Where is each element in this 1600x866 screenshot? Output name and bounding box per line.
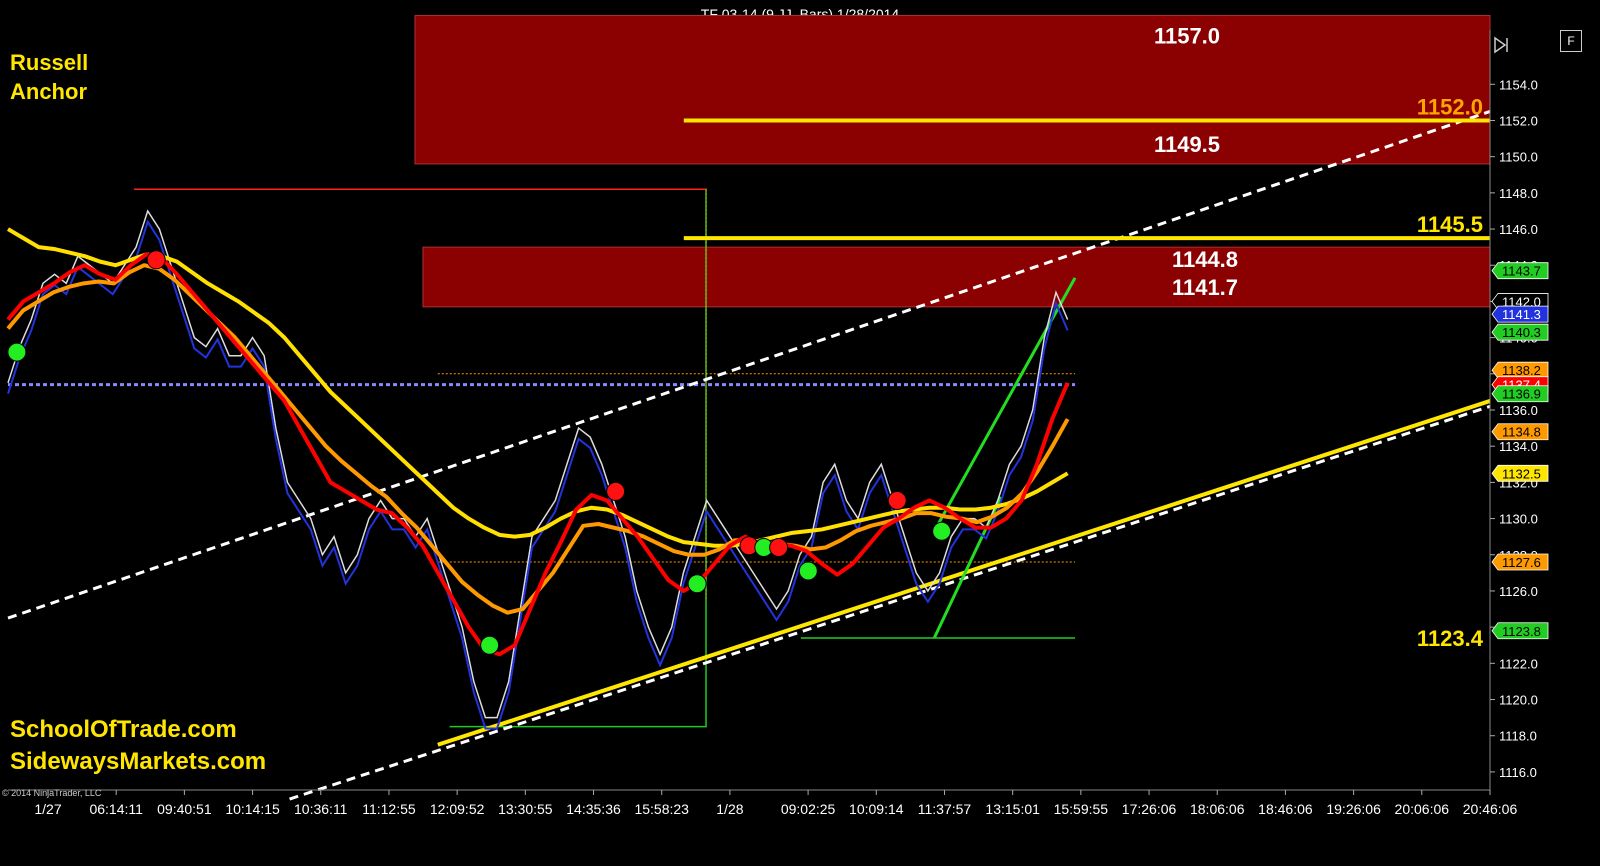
zone-label-1-2: 1149.5 — [1154, 132, 1220, 157]
time-axis: 1/27 06:14:11 09:40:51 10:14:15 10:36:11 11:1… — [8, 789, 1518, 817]
sell-signal-dot-10 — [887, 490, 907, 510]
x-tick-label: 20:06:06 — [1395, 801, 1450, 817]
ema-fast-line — [6, 252, 1070, 657]
x-tick-label: 17:26:06 — [1122, 801, 1177, 817]
price-badge-label-10: 1127.6 — [1502, 555, 1541, 570]
sell-signal-dot-4 — [606, 481, 626, 501]
resistance-zones — [414, 15, 1491, 308]
x-tick-label: 18:06:06 — [1190, 801, 1245, 817]
price-badge-label-9: 1132.5 — [1502, 466, 1541, 481]
price-badge-label-7: 1136.9 — [1502, 387, 1541, 402]
site-link-sideways[interactable]: SidewaysMarkets.com — [10, 748, 266, 776]
trendline-3 — [289, 404, 1491, 801]
sell-signal-dot-8 — [769, 538, 789, 558]
brand-title-line2: Anchor — [10, 79, 87, 104]
y-tick-label: 1152.0 — [1499, 113, 1538, 128]
price-chart[interactable]: 1154.01152.01150.01148.01146.01144.01142… — [0, 0, 1600, 866]
x-tick-label: 20:46:06 — [1463, 801, 1518, 817]
buy-signal-dot-1 — [7, 342, 27, 362]
price-badge-label-11: 1123.8 — [1502, 624, 1541, 639]
brand-title-line1: Russell — [10, 50, 89, 75]
price-badge-label-1: 1143.7 — [1502, 264, 1541, 279]
y-tick-label: 1150.0 — [1499, 150, 1538, 165]
x-tick-label: 13:30:55 — [498, 801, 553, 817]
level-label-2: 1145.5 — [1417, 212, 1483, 237]
x-tick-label: 19:26:06 — [1326, 801, 1381, 817]
annotation-1: 1123.4 — [1417, 626, 1484, 651]
level-label-1: 1152.0 — [1417, 94, 1483, 119]
zone-label-1-1: 1157.0 — [1154, 24, 1220, 49]
y-tick-label: 1118.0 — [1499, 729, 1537, 744]
x-tick-label: 06:14:11 — [89, 801, 143, 817]
x-tick-label: 18:46:06 — [1258, 801, 1313, 817]
x-tick-label: 11:37:57 — [918, 801, 972, 817]
x-tick-label: 10:14:15 — [225, 801, 280, 817]
x-tick-label: 13:15:01 — [985, 801, 1040, 817]
y-tick-label: 1134.0 — [1499, 439, 1538, 454]
x-tick-label: 09:02:25 — [781, 801, 836, 817]
price-badge-label-8: 1134.8 — [1502, 425, 1541, 440]
x-tick-label: 12:09:52 — [430, 801, 485, 817]
x-tick-label: 11:12:55 — [362, 801, 416, 817]
y-tick-label: 1148.0 — [1499, 186, 1538, 201]
y-tick-label: 1130.0 — [1499, 512, 1538, 527]
buy-signal-dot-9 — [798, 561, 818, 581]
green-channel-upper — [932, 277, 1077, 532]
buy-signal-dot-5 — [687, 574, 707, 594]
x-tick-label: 10:09:14 — [849, 801, 904, 817]
site-link-school[interactable]: SchoolOfTrade.com — [10, 716, 237, 744]
x-tick-label: 15:58:23 — [634, 801, 689, 817]
y-tick-label: 1116.0 — [1499, 765, 1537, 780]
x-tick-label: 15:59:55 — [1054, 801, 1109, 817]
x-tick-label: 10:36:11 — [294, 801, 348, 817]
zone-label-2-2: 1141.7 — [1172, 275, 1238, 300]
x-tick-label: 14:35:36 — [566, 801, 621, 817]
resistance-zone-1 — [414, 15, 1491, 165]
copyright: © 2014 NinjaTrader, LLC — [2, 788, 102, 798]
buy-signal-dot-3 — [480, 635, 500, 655]
y-tick-label: 1126.0 — [1499, 584, 1538, 599]
x-tick-label: 09:40:51 — [157, 801, 212, 817]
y-tick-label: 1154.0 — [1499, 77, 1538, 92]
y-tick-label: 1120.0 — [1499, 693, 1538, 708]
y-tick-label: 1136.0 — [1499, 403, 1538, 418]
sell-signal-dot-2 — [146, 250, 166, 270]
y-tick-label: 1146.0 — [1499, 222, 1538, 237]
price-axis: 1154.01152.01150.01148.01146.01144.01142… — [1489, 30, 1549, 790]
resistance-zone-2 — [422, 246, 1491, 308]
trendlines — [7, 110, 1491, 801]
price-badge-label-5: 1138.2 — [1502, 363, 1541, 378]
price-badge-label-4: 1140.3 — [1502, 325, 1541, 340]
price-badge-label-3: 1141.3 — [1502, 307, 1541, 322]
x-tick-label: 1/27 — [34, 801, 61, 817]
zone-label-2-1: 1144.8 — [1172, 247, 1238, 272]
x-tick-label: 1/28 — [716, 801, 743, 817]
buy-signal-dot-11 — [932, 521, 952, 541]
y-tick-label: 1122.0 — [1499, 656, 1538, 671]
